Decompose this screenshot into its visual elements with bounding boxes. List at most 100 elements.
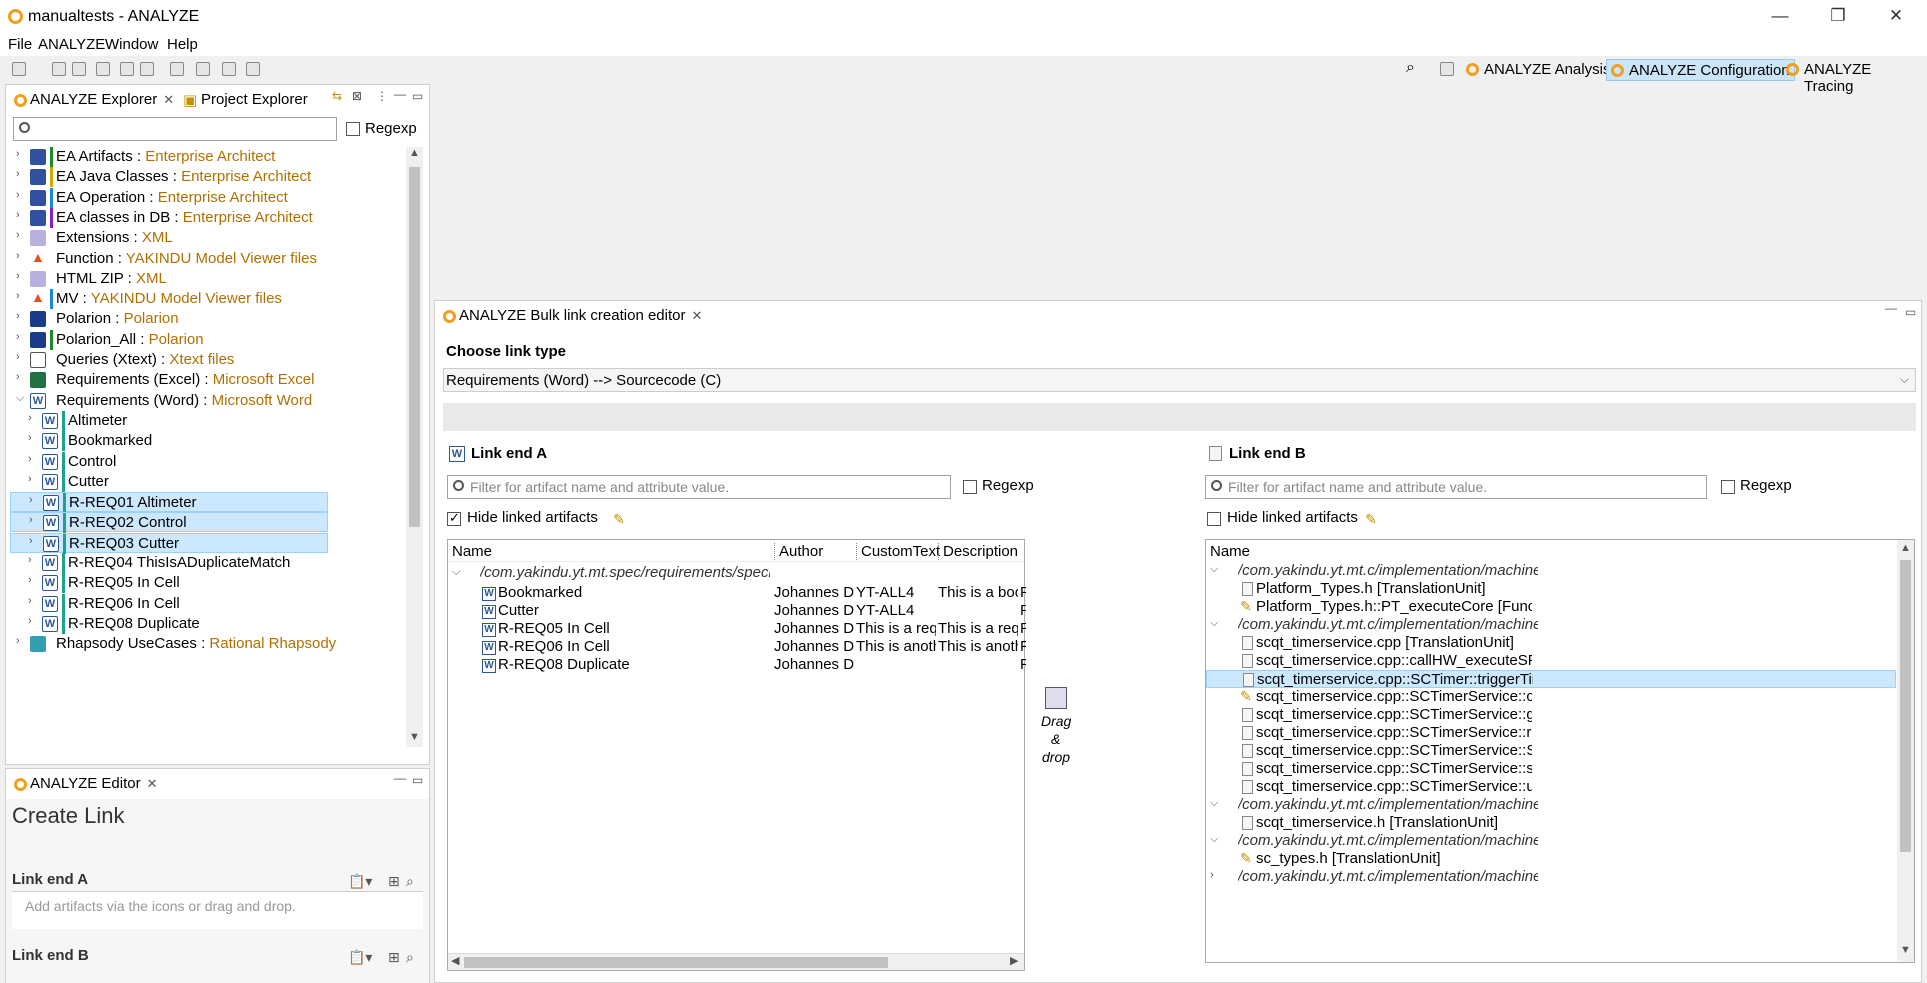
- end-b-hide-linked-checkbox[interactable]: [1207, 512, 1221, 526]
- table-row[interactable]: scqt_timerservice.cpp::SCTimer::triggerT…: [1206, 670, 1896, 688]
- table-row[interactable]: scqt_timerservice.cpp::SCTimerService::S…: [1206, 742, 1896, 760]
- maximize-view-icon[interactable]: ▭: [412, 89, 423, 103]
- minimize-view-icon[interactable]: —: [394, 87, 406, 101]
- menu-analyze[interactable]: ANALYZE: [38, 36, 105, 53]
- end-b-scrollbar[interactable]: ▲ ▼: [1897, 540, 1914, 962]
- tree-child-item[interactable]: › W Control: [10, 451, 328, 472]
- explorer-regexp-checkbox[interactable]: [346, 122, 360, 136]
- column-author[interactable]: Author: [774, 543, 823, 560]
- grid-icon[interactable]: ⊞: [388, 949, 400, 966]
- maximize-view-icon[interactable]: ▭: [1905, 305, 1916, 319]
- group-row[interactable]: ⌵ /com.yakindu.yt.mt.c/implementation/mac…: [1206, 562, 1896, 580]
- chevron-down-icon[interactable]: ⌵: [1210, 617, 1218, 630]
- save-icon[interactable]: [52, 62, 66, 76]
- tree-child-item[interactable]: › W R-REQ08 Duplicate: [10, 613, 328, 634]
- chevron-right-icon[interactable]: ›: [1210, 869, 1214, 881]
- chevron-right-icon[interactable]: ›: [16, 168, 26, 180]
- chevron-right-icon[interactable]: ›: [29, 514, 39, 526]
- chevron-down-icon[interactable]: ⌵: [1210, 563, 1218, 576]
- end-a-filter-input[interactable]: Filter for artifact name and attribute v…: [447, 475, 951, 499]
- chevron-right-icon[interactable]: ›: [16, 351, 26, 363]
- forward-icon[interactable]: [222, 62, 236, 76]
- layout-icon[interactable]: [170, 62, 184, 76]
- minimize-icon[interactable]: —: [1760, 6, 1800, 26]
- scrollbar-thumb[interactable]: [464, 957, 888, 968]
- chevron-right-icon[interactable]: ›: [28, 574, 38, 586]
- link-editor-icon[interactable]: ⇆: [332, 89, 342, 103]
- tree-child-item[interactable]: › W Altimeter: [10, 410, 328, 431]
- zoom-icon[interactable]: ⌕: [406, 873, 414, 890]
- search-icon[interactable]: ⌕: [1406, 59, 1415, 77]
- refresh-icon[interactable]: [96, 62, 110, 76]
- table-row[interactable]: WR-REQ06 In CellJohannes Di...This is an…: [448, 638, 1026, 656]
- chevron-down-icon[interactable]: ⌵: [452, 566, 460, 579]
- tab-analyze-editor[interactable]: ANALYZE Editor ✕: [10, 771, 158, 795]
- paste-icon[interactable]: 📋▾: [348, 949, 372, 966]
- end-b-regexp-checkbox[interactable]: [1721, 480, 1735, 494]
- tab-bulk-link-editor[interactable]: ANALYZE Bulk link creation editor ✕: [439, 303, 702, 327]
- zoom-icon[interactable]: ⌕: [406, 949, 414, 966]
- end-a-regexp-checkbox[interactable]: [963, 480, 977, 494]
- chevron-right-icon[interactable]: ›: [28, 554, 38, 566]
- tree-item[interactable]: ⌵ W Requirements (Word) : Microsoft Word: [16, 391, 406, 411]
- column-customtext[interactable]: CustomText: [856, 543, 940, 560]
- end-a-hscrollbar[interactable]: ◀ ▶: [448, 953, 1024, 970]
- table-row[interactable]: Platform_Types.h [TranslationUnit]: [1206, 580, 1896, 598]
- chevron-right-icon[interactable]: ›: [16, 371, 26, 383]
- edit-link-icon[interactable]: ✎: [1365, 512, 1379, 526]
- table-row[interactable]: scqt_timerservice.h [TranslationUnit]: [1206, 814, 1896, 832]
- paste-icon[interactable]: 📋▾: [348, 873, 372, 890]
- drag-drop-area[interactable]: Drag & drop: [1033, 687, 1083, 777]
- chevron-right-icon[interactable]: ›: [16, 148, 26, 160]
- table-row[interactable]: scqt_timerservice.cpp::SCTimerService::g…: [1206, 706, 1896, 724]
- menu-file[interactable]: File: [8, 36, 32, 53]
- chevron-down-icon[interactable]: ⌵: [1210, 797, 1218, 810]
- minimize-view-icon[interactable]: —: [1885, 301, 1897, 315]
- table-row[interactable]: scqt_timerservice.cpp [TranslationUnit]: [1206, 634, 1896, 652]
- chevron-right-icon[interactable]: ›: [16, 331, 26, 343]
- scrollbar-thumb[interactable]: [409, 167, 420, 527]
- perspective-configuration[interactable]: ANALYZE Configuration: [1606, 59, 1795, 81]
- column-description[interactable]: Description: [938, 543, 1018, 560]
- view-menu-icon[interactable]: ⋮: [376, 89, 388, 103]
- pdf-icon[interactable]: [140, 62, 154, 76]
- tree-child-item[interactable]: › W R-REQ03 Cutter: [10, 532, 328, 554]
- chevron-right-icon[interactable]: ›: [16, 290, 26, 302]
- chevron-down-icon[interactable]: ⌵: [1210, 833, 1218, 846]
- chevron-right-icon[interactable]: ›: [28, 595, 38, 607]
- ea-toolbar-icon[interactable]: [196, 62, 210, 76]
- scroll-right-icon[interactable]: ▶: [1010, 954, 1018, 967]
- chevron-right-icon[interactable]: ›: [16, 250, 26, 262]
- table-row[interactable]: WR-REQ08 Duplicate Johannes Di... F: [448, 656, 1026, 674]
- group-row[interactable]: ⌵ /com.yakindu.yt.mt.c/implementation/mac…: [1206, 796, 1896, 814]
- tree-child-item[interactable]: › W R-REQ05 In Cell: [10, 573, 328, 594]
- tree-item[interactable]: › Requirements (Excel) : Microsoft Excel: [16, 370, 406, 390]
- close-tab-icon[interactable]: ✕: [147, 776, 158, 791]
- scroll-down-icon[interactable]: ▼: [409, 731, 420, 743]
- tree-item[interactable]: › EA Java Classes : Enterprise Architect: [16, 167, 406, 188]
- column-name[interactable]: Name: [1210, 543, 1250, 560]
- tab-project-explorer[interactable]: ▣ Project Explorer: [181, 87, 308, 111]
- chevron-right-icon[interactable]: ›: [16, 635, 26, 647]
- scroll-up-icon[interactable]: ▲: [1900, 542, 1911, 554]
- table-row[interactable]: scqt_timerservice.cpp::SCTimerService::s…: [1206, 760, 1896, 778]
- scroll-up-icon[interactable]: ▲: [409, 147, 420, 159]
- menu-help[interactable]: Help: [167, 36, 198, 53]
- tree-child-item[interactable]: › W R-REQ01 Altimeter: [10, 492, 328, 514]
- column-name[interactable]: Name: [452, 543, 492, 560]
- explorer-scrollbar[interactable]: ▲ ▼: [406, 147, 423, 747]
- chevron-right-icon[interactable]: ›: [29, 494, 39, 506]
- table-row[interactable]: WCutter Johannes Di...YT-ALL4 F: [448, 602, 1026, 620]
- close-icon[interactable]: ✕: [1876, 6, 1916, 26]
- group-row[interactable]: ⌵ /com.yakindu.yt.mt.c/implementation/mac…: [1206, 616, 1896, 634]
- tree-child-item[interactable]: › W Cutter: [10, 471, 328, 492]
- table-row[interactable]: scqt_timerservice.cpp::callHW_executeSPI…: [1206, 652, 1896, 670]
- table-row[interactable]: scqt_timerservice.cpp::SCTimerService::r…: [1206, 724, 1896, 742]
- maximize-icon[interactable]: ❐: [1818, 6, 1858, 26]
- table-row[interactable]: ✎ scqt_timerservice.cpp::SCTimerService::…: [1206, 688, 1896, 706]
- tree-item[interactable]: › EA Artifacts : Enterprise Architect: [16, 147, 406, 167]
- tab-analyze-explorer[interactable]: ANALYZE Explorer ✕: [10, 87, 174, 111]
- table-row[interactable]: WR-REQ05 In CellJohannes Di...This is a …: [448, 620, 1026, 638]
- chevron-down-icon[interactable]: ⌵: [16, 392, 26, 405]
- minimize-view-icon[interactable]: —: [394, 771, 406, 785]
